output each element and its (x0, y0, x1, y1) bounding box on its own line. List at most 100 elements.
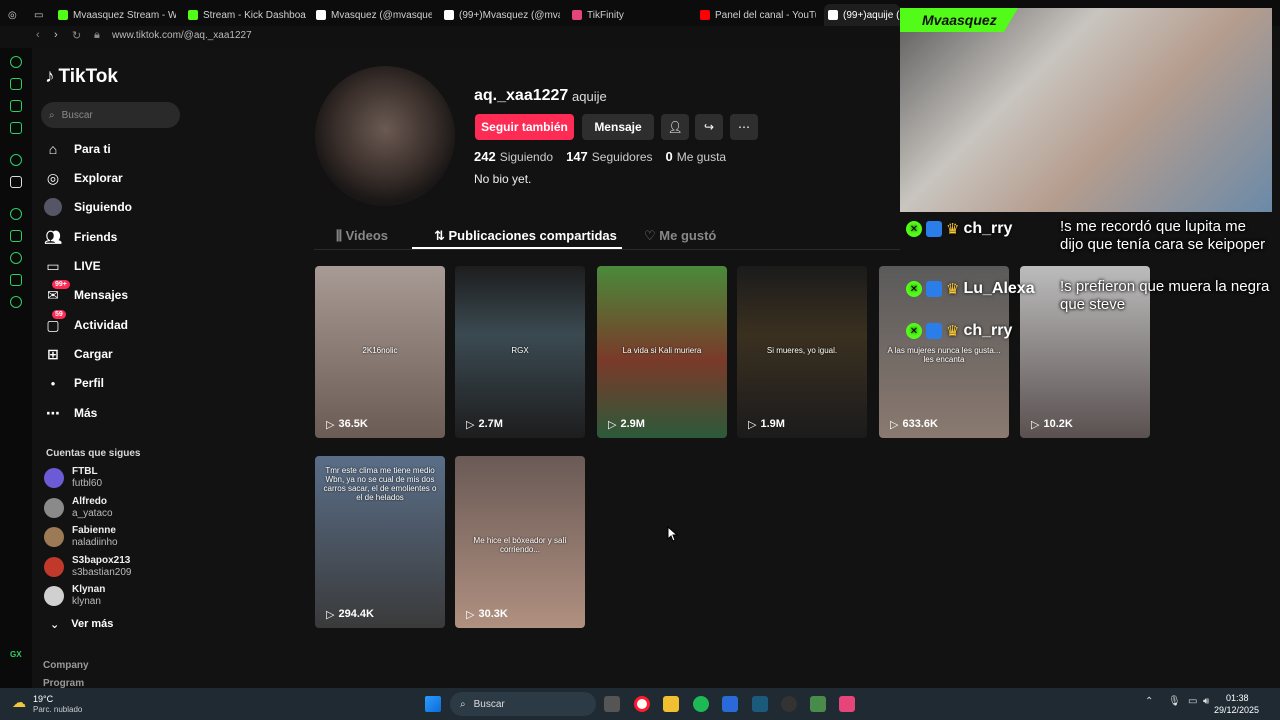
x-icon[interactable] (10, 176, 22, 188)
profile-username: aq._xaa1227 (474, 87, 569, 104)
weather-temp[interactable]: 19°C (33, 694, 53, 704)
display-icon[interactable]: ▭ (1188, 696, 1197, 707)
settings-icon[interactable] (10, 296, 22, 308)
forward-icon[interactable]: › (54, 29, 58, 41)
video-card[interactable]: 2K16nolic ▷ 36.5K (315, 266, 445, 438)
nav-item-siguiendo[interactable]: Siguiendo (44, 195, 132, 219)
profile-nickname: aquije (572, 89, 607, 104)
following-avatar-icon (44, 198, 62, 216)
followed-account[interactable]: S3bapox213 s3bastian209 (44, 555, 132, 579)
nav-item-mas[interactable]: ⋯ Más (44, 401, 97, 425)
nav-item-mensajes[interactable]: ✉ 99+ Mensajes (44, 280, 128, 307)
followed-account[interactable]: FTBL futbl60 (44, 466, 102, 490)
mouse-cursor-icon (667, 526, 679, 542)
video-caption: 2K16nolic (362, 346, 398, 355)
video-views: ▷ 2.9M (608, 418, 645, 431)
video-card[interactable]: Me hice el bóxeador y salí corriendo... ▷… (455, 456, 585, 628)
browser-tab[interactable]: TikFinity (572, 4, 688, 26)
clock-date[interactable]: 29/12/2025 (1214, 705, 1259, 715)
nav-item-explorar[interactable]: ◎ Explorar (44, 166, 123, 190)
tab-list-icon[interactable]: ▭ (34, 4, 48, 26)
whatsapp-icon[interactable] (10, 154, 22, 166)
video-card[interactable]: Si mueres, yo igual. ▷ 1.9M (737, 266, 867, 438)
add-friend-icon[interactable]: 👤︎ (661, 114, 689, 140)
play-icon: ▷ (466, 419, 475, 431)
kick-favicon-icon (188, 10, 198, 20)
browser-tab[interactable]: Mvaasquez Stream - Watc (58, 4, 176, 26)
more-options-icon[interactable]: ⋯ (730, 114, 758, 140)
back-icon[interactable]: ‹ (36, 29, 40, 41)
microphone-icon[interactable]: 🎙︎ (1168, 696, 1181, 707)
cube-icon[interactable] (10, 274, 22, 286)
chevron-up-icon[interactable]: ⌃ (1145, 696, 1153, 707)
video-caption: Me hice el bóxeador y salí corriendo... (473, 536, 567, 554)
browser-tab[interactable]: Mvasquez (@mvasquez12 (316, 4, 432, 26)
player-icon[interactable] (10, 208, 22, 220)
taskbar-search[interactable]: ⌕ Buscar (450, 692, 596, 716)
browser-sidebar-rail: GX (0, 48, 32, 688)
video-card[interactable]: La vida si Kali muriera ▷ 2.9M (597, 266, 727, 438)
followed-account[interactable]: Klynan klynan (44, 584, 105, 608)
live-icon: ▭ (46, 257, 60, 274)
following-stat[interactable]: 242 Siguiendo (474, 149, 553, 164)
play-icon: ▷ (1031, 419, 1040, 431)
followed-account[interactable]: Fabienne naladiinho (44, 525, 118, 549)
followers-stat[interactable]: 147 Seguidores (566, 149, 652, 164)
share-icon[interactable]: ↪ (695, 114, 723, 140)
reload-icon[interactable]: ↻ (72, 29, 81, 42)
avatar (44, 527, 64, 547)
rail-icon[interactable] (10, 78, 22, 90)
tiktok-logo[interactable]: ♪ TikTok (45, 66, 118, 88)
message-button[interactable]: Mensaje (582, 114, 654, 140)
obs-icon[interactable] (781, 696, 797, 712)
tab-videos[interactable]: ⫼ Videos (336, 228, 388, 244)
kick-badge-icon: ✕ (906, 323, 922, 339)
see-more-button[interactable]: ⌄ Ver más (50, 618, 113, 631)
profile-icon: ● (50, 378, 56, 388)
rail-icon[interactable] (10, 100, 22, 112)
task-view-icon[interactable] (604, 696, 620, 712)
browser-tab[interactable]: Stream - Kick Dashboard (188, 4, 306, 26)
app-icon[interactable] (810, 696, 826, 712)
browser-tab-active[interactable]: (99+)aquije (@ (824, 4, 900, 26)
windows-start-icon[interactable] (425, 696, 441, 712)
heart-icon[interactable] (10, 230, 22, 242)
youtube-favicon-icon (700, 10, 710, 20)
history-icon[interactable] (10, 252, 22, 264)
spotify-icon[interactable] (693, 696, 709, 712)
file-explorer-icon[interactable] (663, 696, 679, 712)
app-icon[interactable] (752, 696, 768, 712)
nav-item-live[interactable]: ▭ LIVE (44, 254, 100, 278)
tab-liked[interactable]: ♡ Me gustó (644, 228, 716, 244)
nav-item-cargar[interactable]: ⊞ Cargar (44, 342, 113, 366)
clock-time[interactable]: 01:38 (1226, 693, 1249, 703)
browser-tab[interactable]: Panel del canal - YouTube (700, 4, 816, 26)
nav-item-actividad[interactable]: ▢ 59 Actividad (44, 310, 128, 337)
speaker-icon[interactable]: 🔊︎ (1203, 696, 1209, 707)
browser-tab[interactable]: (99+)Mvasquez (@mvasq (444, 4, 560, 26)
friends-icon: 👥︎ (44, 228, 62, 245)
opera-icon[interactable] (634, 696, 650, 712)
nav-item-friends[interactable]: 👥︎ Friends (44, 225, 117, 249)
search-input[interactable]: ⌕ Buscar (41, 102, 180, 128)
gx-icon[interactable]: GX (10, 650, 22, 662)
followed-account[interactable]: Alfredo a_yataco (44, 496, 113, 520)
play-icon: ▷ (326, 419, 335, 431)
rail-icon[interactable] (10, 56, 22, 68)
avatar (44, 586, 64, 606)
video-card[interactable]: RGX ▷ 2.7M (455, 266, 585, 438)
footer-link-company[interactable]: Company (43, 660, 89, 671)
store-icon[interactable] (722, 696, 738, 712)
video-card[interactable]: Tmr este clima me tiene medio Wbn, ya no… (315, 456, 445, 628)
weather-desc: Parc. nublado (33, 705, 83, 714)
url-field[interactable]: www.tiktok.com/@aq._xaa1227 (112, 30, 252, 41)
more-icon: ⋯ (46, 404, 60, 421)
rail-icon[interactable] (10, 122, 22, 134)
tikfinity-icon[interactable] (839, 696, 855, 712)
profile-avatar (315, 66, 455, 206)
opera-menu-icon[interactable]: ◎ (8, 4, 26, 26)
nav-item-para-ti[interactable]: ⌂ Para ti (44, 137, 111, 161)
tab-reposts[interactable]: ⇅ Publicaciones compartidas (434, 228, 617, 244)
follow-button[interactable]: Seguir también (475, 114, 574, 140)
nav-item-perfil[interactable]: ● Perfil (44, 371, 104, 395)
